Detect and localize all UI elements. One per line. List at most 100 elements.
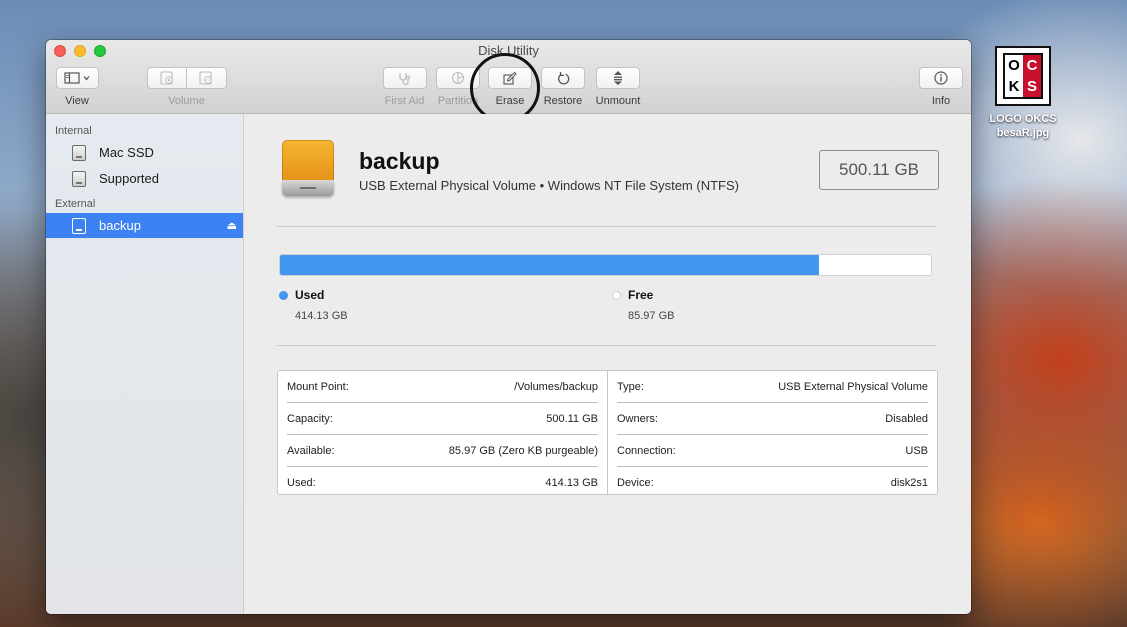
remove-volume-button[interactable] — [186, 67, 227, 89]
restore-label: Restore — [543, 95, 583, 107]
info-row: Type: USB External Physical Volume — [617, 371, 928, 403]
info-row-label: Owners: — [617, 412, 658, 425]
logo-letter: C — [1023, 55, 1041, 76]
external-disk-icon — [72, 217, 86, 234]
info-row-label: Available: — [287, 444, 335, 457]
erase-group: Erase — [488, 67, 532, 107]
desktop-file-label: LOGO OKCS besaR.jpg — [985, 112, 1061, 140]
legend-free-label: Free — [628, 288, 654, 302]
sidebar: Internal Mac SSD Supported External back… — [46, 114, 244, 614]
volume-info-table: Mount Point: /Volumes/backup Capacity: 500.… — [277, 370, 938, 495]
info-button[interactable] — [919, 67, 963, 89]
legend-used: Used 414.13 GB — [279, 288, 348, 322]
add-volume-icon — [159, 71, 173, 85]
volume-label: Volume — [168, 95, 205, 107]
first-aid-button[interactable] — [382, 67, 427, 89]
info-label: Info — [931, 95, 951, 107]
info-row-value: /Volumes/backup — [514, 380, 598, 393]
unmount-icon — [614, 71, 622, 85]
unmount-group: Unmount — [593, 67, 643, 107]
external-drive-icon — [282, 140, 334, 198]
first-aid-group: First Aid — [382, 67, 427, 107]
info-column-left: Mount Point: /Volumes/backup Capacity: 500.… — [278, 371, 607, 494]
info-row-value: USB — [905, 444, 928, 457]
view-button[interactable] — [55, 67, 99, 89]
main-panel: backup USB External Physical Volume • Wi… — [244, 114, 971, 614]
partition-pie-icon — [451, 71, 465, 85]
info-row-label: Type: — [617, 380, 644, 393]
sidebar-section-internal: Internal — [55, 125, 92, 137]
volume-description: USB External Physical Volume • Windows N… — [359, 178, 739, 193]
eject-icon[interactable]: ⏏ — [227, 219, 237, 232]
erase-button[interactable] — [488, 67, 532, 89]
unmount-label: Unmount — [595, 95, 641, 107]
partition-group: Partition — [435, 67, 481, 107]
titlebar: Disk Utility View Volume First Aid Parti… — [46, 40, 971, 123]
partition-label: Partition — [437, 95, 479, 107]
sidebar-item-label: backup — [99, 218, 141, 233]
disk-utility-window: Disk Utility View Volume First Aid Parti… — [46, 40, 971, 614]
volume-group: Volume — [146, 67, 227, 107]
info-row-label: Mount Point: — [287, 380, 349, 393]
logo-letter: S — [1023, 76, 1041, 97]
sidebar-item-backup[interactable]: backup ⏏ — [46, 213, 243, 238]
info-row-value: 85.97 GB (Zero KB purgeable) — [448, 444, 598, 457]
legend-used-label: Used — [295, 288, 325, 302]
volume-capacity-badge: 500.11 GB — [819, 150, 939, 190]
view-label: View — [65, 95, 89, 107]
desktop-file-label-line2: besaR.jpg — [996, 127, 1050, 139]
restore-button[interactable] — [541, 67, 585, 89]
used-dot-icon — [279, 290, 288, 300]
remove-volume-icon — [199, 71, 212, 85]
internal-disk-icon — [72, 170, 86, 187]
legend-free-value: 85.97 GB — [628, 310, 675, 322]
info-row: Owners: Disabled — [617, 403, 928, 435]
logo-letter: O — [1008, 57, 1020, 74]
desktop-file-icon[interactable]: O C K S LOGO OKCS besaR.jpg — [985, 46, 1061, 140]
first-aid-label: First Aid — [384, 95, 425, 107]
info-row-value: disk2s1 — [890, 476, 928, 489]
sidebar-toggle-icon — [64, 72, 90, 84]
info-row: Device: disk2s1 — [617, 467, 928, 498]
legend-free: Free 85.97 GB — [612, 288, 674, 322]
info-row: Capacity: 500.11 GB — [287, 403, 598, 435]
info-row: Available: 85.97 GB (Zero KB purgeable) — [287, 435, 598, 467]
sidebar-item-label: Supported — [99, 171, 159, 186]
partition-button[interactable] — [436, 67, 480, 89]
sidebar-item-label: Mac SSD — [99, 145, 154, 160]
sidebar-item-mac-ssd[interactable]: Mac SSD — [46, 140, 243, 165]
info-row-value: USB External Physical Volume — [778, 380, 928, 393]
info-icon — [934, 71, 948, 85]
window-title: Disk Utility — [478, 43, 539, 58]
info-column-right: Type: USB External Physical Volume Owners:… — [607, 371, 937, 494]
info-row: Connection: USB — [617, 435, 928, 467]
usage-bar — [279, 254, 932, 276]
legend-used-value: 414.13 GB — [295, 310, 348, 322]
info-row-label: Connection: — [617, 444, 676, 457]
erase-pencil-icon — [503, 71, 517, 85]
stethoscope-icon — [398, 73, 410, 85]
info-row-label: Capacity: — [287, 412, 333, 425]
sidebar-item-supported[interactable]: Supported — [46, 166, 243, 191]
logo-letter: K — [1008, 78, 1020, 95]
info-row: Used: 414.13 GB — [287, 467, 598, 498]
desktop-file-label-line1: LOGO OKCS — [989, 113, 1057, 125]
add-volume-button[interactable] — [146, 67, 187, 89]
info-row-label: Device: — [617, 476, 654, 489]
sidebar-section-external: External — [55, 198, 96, 210]
internal-disk-icon — [72, 144, 86, 161]
info-group: Info — [919, 67, 963, 107]
info-row-value: 414.13 GB — [545, 476, 598, 489]
info-row-value: Disabled — [885, 412, 928, 425]
view-group: View — [55, 67, 99, 107]
info-row-value: 500.11 GB — [546, 412, 598, 425]
restore-group: Restore — [540, 67, 586, 107]
erase-label: Erase — [495, 95, 525, 107]
divider — [277, 226, 937, 227]
free-dot-icon — [612, 290, 621, 300]
unmount-button[interactable] — [596, 67, 640, 89]
info-row-label: Used: — [287, 476, 316, 489]
info-row: Mount Point: /Volumes/backup — [287, 371, 598, 403]
logo-thumbnail-icon: O C K S — [995, 46, 1051, 106]
volume-name: backup — [359, 148, 440, 174]
